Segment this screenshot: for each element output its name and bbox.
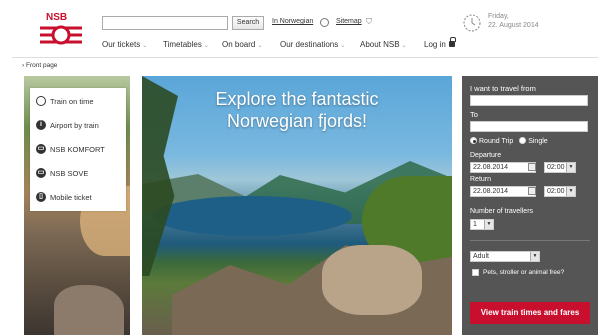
extras-checkbox[interactable] xyxy=(472,269,479,276)
menu-item-mobile-ticket[interactable]: ▯ Mobile ticket xyxy=(36,191,92,203)
clock-icon xyxy=(463,14,481,32)
chevron-down-icon: ⌄ xyxy=(142,43,148,49)
booking-panel: I want to travel from To Round Trip Sing… xyxy=(462,76,598,335)
departure-date-input[interactable]: 22.08.2014 xyxy=(470,162,536,173)
search-button[interactable]: Search xyxy=(232,16,264,30)
travellers-select[interactable]: 1 ▼ xyxy=(470,219,494,230)
chevron-down-icon: ▼ xyxy=(530,252,539,261)
chevron-down-icon: ⌄ xyxy=(257,43,263,49)
menu-item-nsb-komfort[interactable]: ▭ NSB KOMFORT xyxy=(36,143,105,155)
nav-our-destinations[interactable]: Our destinations ⌄ xyxy=(280,40,345,49)
to-label: To xyxy=(470,110,478,119)
logo-text: NSB xyxy=(46,12,68,23)
chevron-down-icon: ⌄ xyxy=(401,43,407,49)
calendar-icon[interactable] xyxy=(528,163,536,171)
nav-our-tickets[interactable]: Our tickets ⌄ xyxy=(102,40,147,49)
header-divider xyxy=(12,57,598,58)
chevron-down-icon: ▼ xyxy=(566,187,575,196)
mobile-icon: ▯ xyxy=(36,192,46,202)
view-train-times-button[interactable]: View train times and fares xyxy=(470,302,590,324)
nav-about-nsb[interactable]: About NSB ⌄ xyxy=(360,40,407,49)
quick-links-menu: Train on time i Airport by train ▭ NSB KOM… xyxy=(30,88,126,211)
chevron-down-icon: ▼ xyxy=(566,163,575,172)
date-weekday: Friday, xyxy=(488,13,509,20)
info-icon: i xyxy=(36,120,46,130)
menu-item-nsb-sove[interactable]: ▭ NSB SOVE xyxy=(36,167,88,179)
chevron-down-icon: ⌄ xyxy=(340,43,346,49)
chevron-down-icon: ⌄ xyxy=(203,43,209,49)
hero-banner[interactable]: Explore the fantastic Norwegian fjords! xyxy=(142,76,452,335)
panel-divider xyxy=(470,240,590,241)
menu-item-train-on-time[interactable]: Train on time xyxy=(36,95,94,107)
nav-on-board[interactable]: On board ⌄ xyxy=(222,40,262,49)
lock-icon xyxy=(448,37,456,47)
logo-mark-icon xyxy=(40,25,82,45)
hero-title-line1: Explore the fantastic xyxy=(215,89,379,109)
train-icon: ▭ xyxy=(36,144,46,154)
nsb-logo[interactable]: NSB xyxy=(38,12,84,48)
extras-label: Pets, stroller or animal free? xyxy=(483,269,565,276)
to-input[interactable] xyxy=(470,121,588,132)
search-input[interactable] xyxy=(102,16,228,30)
from-label: I want to travel from xyxy=(470,84,536,93)
round-trip-radio[interactable] xyxy=(470,137,477,144)
return-time-select[interactable]: 02:00 ▼ xyxy=(544,186,576,197)
hero-title-line2: Norwegian fjords! xyxy=(226,111,368,131)
departure-label: Departure xyxy=(470,152,502,159)
nav-timetables[interactable]: Timetables ⌄ xyxy=(163,40,209,49)
from-input[interactable] xyxy=(470,95,588,106)
train-icon: ▭ xyxy=(36,168,46,178)
single-radio[interactable] xyxy=(519,137,527,144)
menu-item-airport-by-train[interactable]: i Airport by train xyxy=(36,119,99,131)
clock-icon xyxy=(36,96,46,106)
date-full: 22. August 2014 xyxy=(488,22,539,29)
sitemap-icon: ⛉ xyxy=(366,17,372,26)
calendar-icon[interactable] xyxy=(528,187,536,195)
travellers-label: Number of travellers xyxy=(470,208,534,215)
passenger-type-select[interactable]: Adult ▼ xyxy=(470,251,540,262)
sitemap-link[interactable]: Sitemap xyxy=(336,18,362,25)
return-date-input[interactable]: 22.08.2014 xyxy=(470,186,536,197)
round-trip-label: Round Trip xyxy=(479,138,514,145)
chevron-down-icon: ▼ xyxy=(484,220,493,229)
return-label: Return xyxy=(470,176,492,183)
departure-time-select[interactable]: 02:00 ▼ xyxy=(544,162,576,173)
login-link[interactable]: Log in xyxy=(424,37,456,49)
language-link[interactable]: In Norwegian xyxy=(272,18,313,25)
globe-icon xyxy=(320,18,329,27)
single-label: Single xyxy=(528,138,548,145)
breadcrumb[interactable]: › Front page xyxy=(22,62,57,69)
